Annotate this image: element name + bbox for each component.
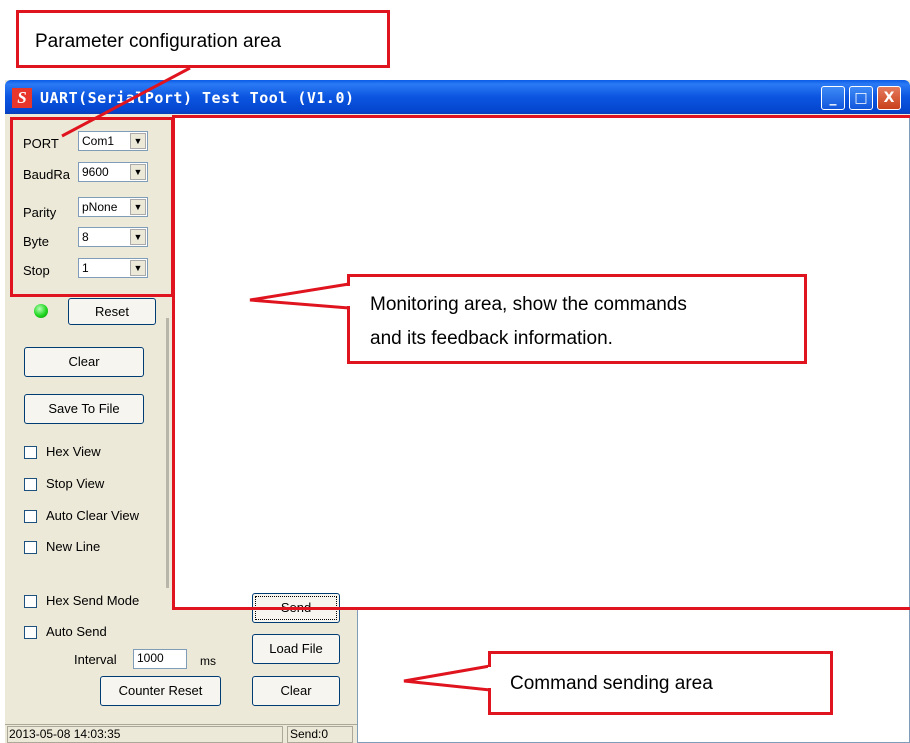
monitor-area-callout: Monitoring area, show the commands and i… (347, 274, 807, 364)
command-callout-left-edge (488, 651, 491, 667)
monitor-area-callout-line2: and its feedback information. (370, 328, 613, 349)
command-area-callout: Command sending area (488, 651, 833, 715)
monitor-area-callout-line1: Monitoring area, show the commands (370, 294, 687, 315)
monitor-callout-left-edge (347, 274, 350, 286)
monitor-callout-left-edge-low (347, 306, 350, 364)
command-callout-left-edge-low (488, 688, 491, 715)
param-area-connector (61, 66, 191, 138)
command-area-arrow (403, 664, 492, 692)
monitor-area-arrow (249, 282, 351, 310)
annotation-arrows (61, 66, 492, 692)
command-area-callout-text: Command sending area (510, 673, 713, 694)
